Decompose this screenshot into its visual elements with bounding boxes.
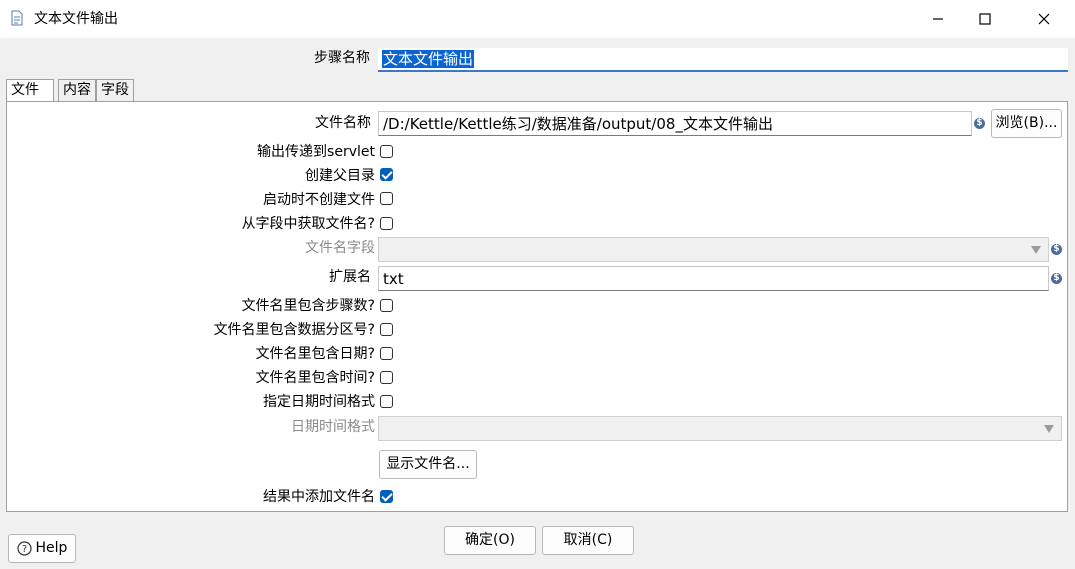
maximize-button[interactable]	[962, 0, 1008, 38]
minimize-icon	[933, 18, 943, 20]
minimize-button[interactable]	[915, 0, 961, 38]
window-title: 文本文件输出	[34, 11, 118, 27]
datetime-format-label: 日期时间格式	[291, 419, 375, 435]
no-create-at-start-checkbox[interactable]	[380, 192, 393, 205]
extension-label: 扩展名	[329, 269, 371, 285]
help-label: Help	[35, 540, 68, 556]
specify-datetime-format-checkbox[interactable]	[380, 395, 393, 408]
include-stepnr-label: 文件名里包含步骤数?	[241, 298, 375, 314]
include-time-label: 文件名里包含时间?	[255, 370, 375, 386]
show-filenames-button[interactable]: 显示文件名...	[379, 450, 477, 479]
step-name-label: 步骤名称	[314, 50, 370, 66]
tab-fields[interactable]: 字段	[96, 79, 134, 101]
include-time-checkbox[interactable]	[380, 371, 393, 384]
filename-input[interactable]: /D:/Kettle/Kettle练习/数据准备/output/08_文本文件输…	[378, 111, 972, 136]
help-icon: ?	[16, 541, 32, 556]
filename-from-field-label: 从字段中获取文件名?	[241, 216, 375, 232]
step-name-input[interactable]: 文本文件输出	[378, 48, 1068, 72]
close-button[interactable]	[1021, 0, 1067, 38]
close-icon	[1038, 13, 1050, 25]
tab-content[interactable]: 内容	[58, 79, 96, 101]
file-tab-panel	[6, 101, 1068, 512]
ok-button[interactable]: 确定(O)	[444, 526, 536, 555]
document-icon	[11, 10, 23, 26]
include-date-checkbox[interactable]	[380, 347, 393, 360]
include-date-label: 文件名里包含日期?	[255, 346, 375, 362]
title-bar	[0, 0, 1075, 38]
specify-datetime-format-label: 指定日期时间格式	[263, 394, 375, 410]
datetime-format-combo[interactable]	[378, 416, 1062, 441]
filename-field-combo[interactable]	[378, 237, 1049, 262]
tab-file[interactable]: 文件	[6, 79, 54, 102]
svg-text:?: ?	[21, 544, 26, 555]
create-parent-checkbox[interactable]	[380, 168, 393, 181]
cancel-button[interactable]: 取消(C)	[542, 526, 634, 555]
browse-button[interactable]: 浏览(B)...	[991, 109, 1062, 138]
include-stepnr-checkbox[interactable]	[380, 299, 393, 312]
chevron-down-icon	[1044, 425, 1054, 433]
add-to-result-label: 结果中添加文件名	[263, 489, 375, 505]
extension-input[interactable]: txt	[378, 266, 1049, 291]
create-parent-label: 创建父目录	[305, 168, 375, 184]
servlet-checkbox[interactable]	[380, 145, 393, 158]
include-partnr-checkbox[interactable]	[380, 323, 393, 336]
help-button[interactable]: ? Help	[8, 534, 76, 563]
variable-icon[interactable]: $	[974, 118, 985, 129]
add-to-result-checkbox[interactable]	[380, 490, 393, 503]
filename-label: 文件名称	[315, 115, 371, 131]
variable-icon[interactable]: $	[1051, 244, 1062, 255]
filename-from-field-checkbox[interactable]	[380, 217, 393, 230]
maximize-icon	[979, 13, 991, 25]
chevron-down-icon	[1031, 246, 1041, 254]
include-partnr-label: 文件名里包含数据分区号?	[213, 322, 375, 338]
step-name-value: 文本文件输出	[382, 50, 475, 68]
filename-field-label: 文件名字段	[305, 240, 375, 256]
variable-icon[interactable]: $	[1051, 273, 1062, 284]
servlet-label: 输出传递到servlet	[257, 144, 375, 160]
no-create-at-start-label: 启动时不创建文件	[263, 192, 375, 208]
